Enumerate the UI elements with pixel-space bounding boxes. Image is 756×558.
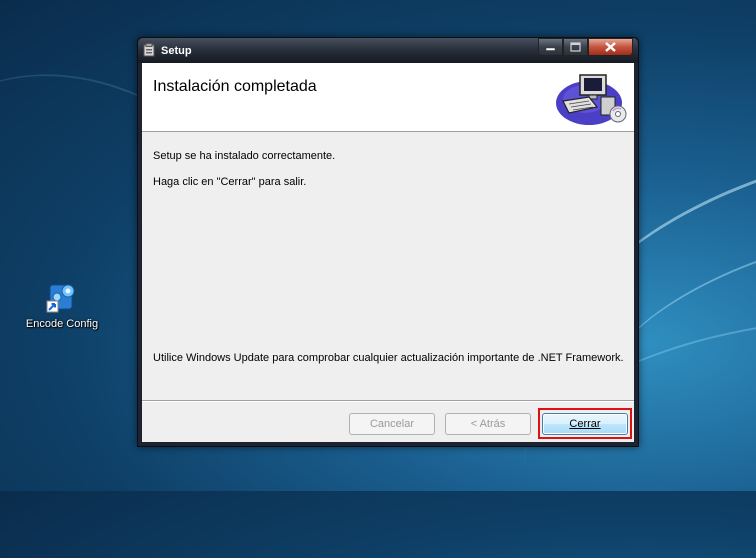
computer-setup-icon — [555, 69, 627, 127]
close-window-button[interactable] — [588, 38, 633, 56]
encode-config-shortcut-icon — [46, 282, 78, 314]
minimize-button[interactable] — [538, 38, 563, 56]
desktop-icon-label: Encode Config — [25, 318, 99, 330]
dialog-header: Instalación completada — [142, 63, 634, 132]
highlight-box — [538, 408, 632, 439]
setup-icon — [143, 43, 155, 57]
desktop-icon-encode-config[interactable]: Encode Config — [22, 282, 102, 330]
close-icon — [605, 42, 616, 52]
exit-instruction: Haga clic en "Cerrar" para salir. — [153, 176, 307, 188]
windows-update-note: Utilice Windows Update para comprobar cu… — [153, 352, 624, 364]
maximize-button[interactable] — [563, 38, 588, 56]
page-title: Instalación completada — [153, 78, 317, 95]
title-bar[interactable]: Setup — [138, 38, 638, 63]
window-title: Setup — [161, 45, 192, 57]
back-button[interactable]: < Atrás — [445, 413, 531, 435]
cancel-button[interactable]: Cancelar — [349, 413, 435, 435]
button-separator — [142, 400, 634, 402]
maximize-icon — [570, 42, 581, 52]
success-message: Setup se ha instalado correctamente. — [153, 150, 336, 162]
setup-window: Setup Instalación completada Setup se ha… — [137, 37, 639, 447]
dialog-client: Instalación completada Setup se ha insta… — [142, 63, 634, 442]
minimize-icon — [545, 47, 556, 51]
